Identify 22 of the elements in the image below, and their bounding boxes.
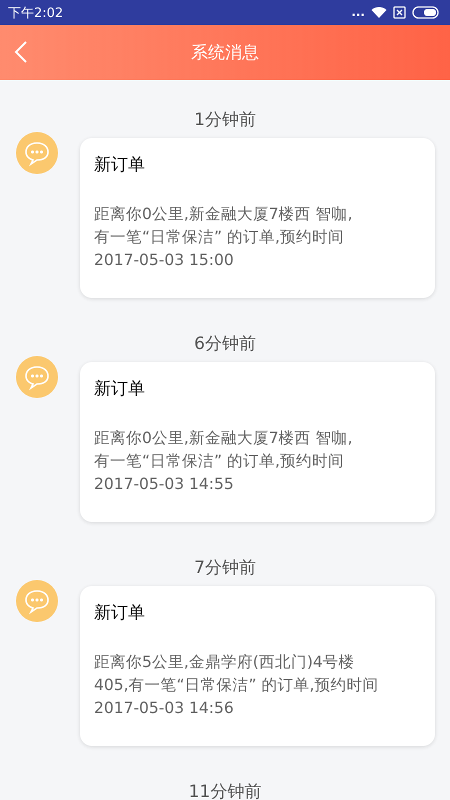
message-body: 距离你5公里,金鼎学府(西北门)4号楼 405,有一笔“日常保洁” 的订单,预约时间 2017-05-03 14:56 <box>94 652 378 719</box>
message-time: 7分钟前 <box>194 557 256 580</box>
more-dots: ... <box>351 6 365 19</box>
message-title: 新订单 <box>94 602 145 624</box>
status-time: 下午2:02 <box>8 4 64 22</box>
battery-icon <box>412 6 440 19</box>
message-card[interactable]: 新订单 距离你5公里,金鼎学府(西北门)4号楼 405,有一笔“日常保洁” 的订单,预约时间 2017-05-03 14:56 <box>80 586 435 746</box>
message-card[interactable]: 新订单 距离你0公里,新金融大厦7楼西 智咖, 有一笔“日常保洁” 的订单,预约时间 2017-05-03 15:00 <box>80 138 435 298</box>
message-body: 距离你0公里,新金融大厦7楼西 智咖, 有一笔“日常保洁” 的订单,预约时间 2017-05-03 14:55 <box>94 428 353 495</box>
chat-bubble-icon <box>16 132 58 174</box>
message-time: 6分钟前 <box>194 333 256 356</box>
message-title: 新订单 <box>94 378 145 400</box>
chat-bubble-icon <box>16 580 58 622</box>
message-time: 1分钟前 <box>194 109 256 132</box>
sim-icon <box>393 6 406 19</box>
message-title: 新订单 <box>94 154 145 176</box>
message-body: 距离你0公里,新金融大厦7楼西 智咖, 有一笔“日常保洁” 的订单,预约时间 2017-05-03 15:00 <box>94 204 353 271</box>
wifi-icon <box>371 6 387 19</box>
page-title: 系统消息 <box>191 42 259 64</box>
chat-bubble-icon <box>16 356 58 398</box>
message-time: 11分钟前 <box>188 781 262 800</box>
message-card[interactable]: 新订单 距离你0公里,新金融大厦7楼西 智咖, 有一笔“日常保洁” 的订单,预约时间 2017-05-03 14:55 <box>80 362 435 522</box>
